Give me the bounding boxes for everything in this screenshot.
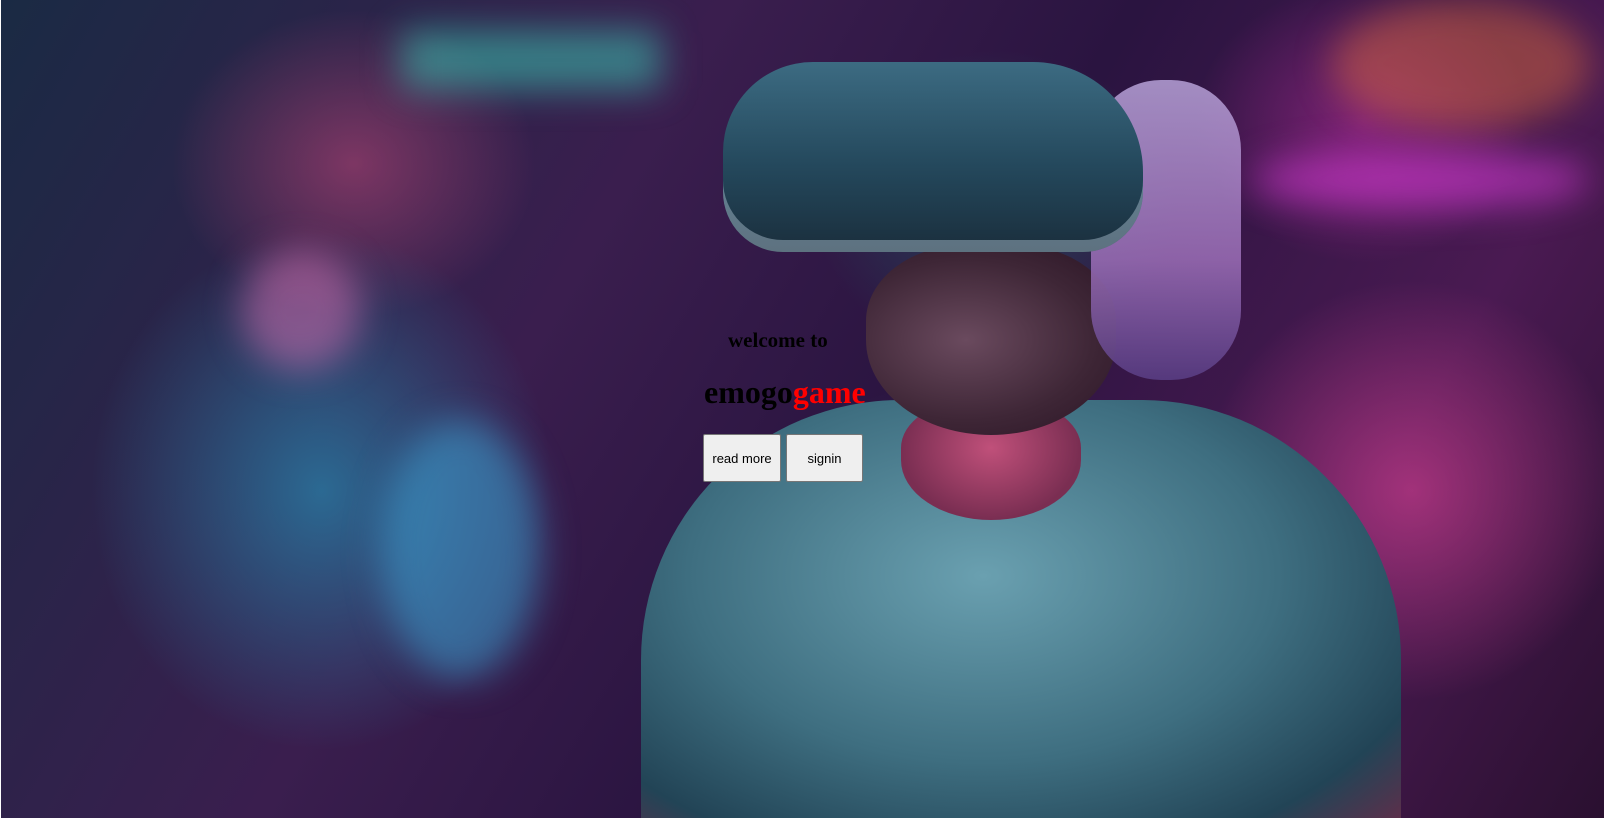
neon-light-decoration bbox=[381, 420, 541, 680]
neon-light-decoration bbox=[1331, 0, 1591, 130]
signin-button[interactable]: signin bbox=[786, 434, 863, 482]
neon-light-decoration bbox=[401, 30, 661, 90]
brand-prefix: emogo bbox=[704, 374, 793, 410]
figure-face bbox=[866, 245, 1116, 435]
brand-title: emogogame bbox=[704, 374, 866, 411]
neon-light-decoration bbox=[1251, 150, 1591, 210]
brand-suffix: game bbox=[792, 374, 866, 410]
neon-light-decoration bbox=[241, 250, 361, 370]
welcome-heading: welcome to bbox=[728, 328, 828, 352]
read-more-button[interactable]: read more bbox=[703, 434, 781, 482]
vr-headset bbox=[723, 62, 1143, 252]
